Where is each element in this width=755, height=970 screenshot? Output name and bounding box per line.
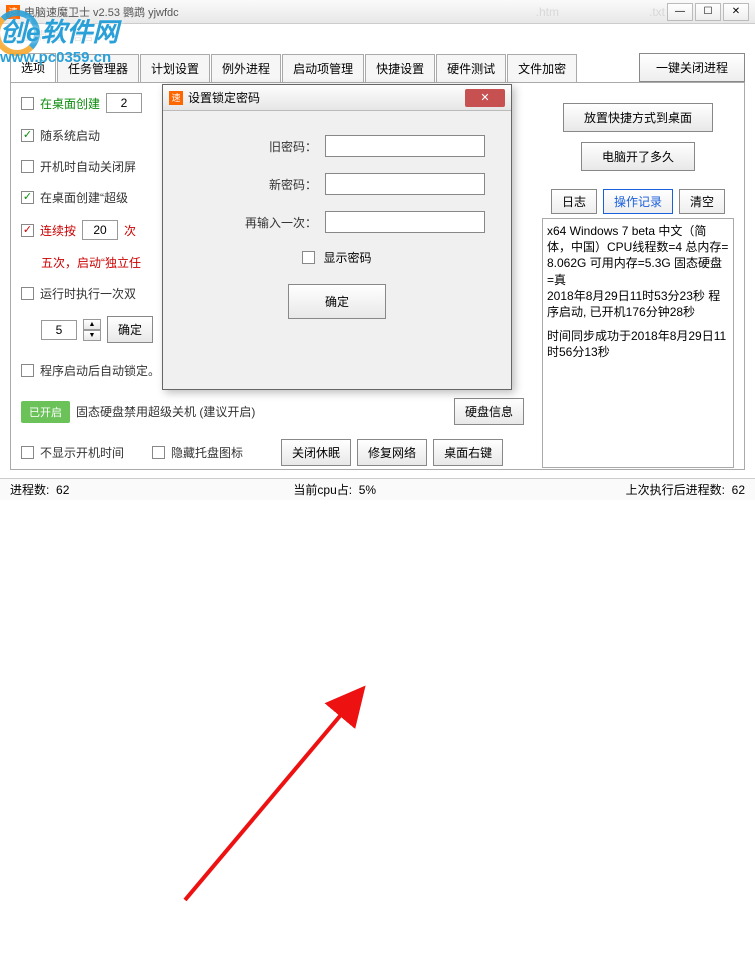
log-line: x64 Windows 7 beta 中文（简体，中国）CPU线程数=4 总内存… [547, 223, 729, 288]
lbl-ssd: 固态硬盘禁用超级关机 (建议开启) [76, 403, 255, 420]
dialog-icon: 速 [169, 91, 183, 105]
tab-startup[interactable]: 启动项管理 [282, 54, 364, 83]
place-shortcut-button[interactable]: 放置快捷方式到桌面 [563, 103, 713, 132]
dialog-titlebar: 速 设置锁定密码 ✕ [163, 85, 511, 111]
spin-down[interactable]: ▼ [83, 330, 101, 341]
tab-hw[interactable]: 硬件测试 [436, 54, 506, 83]
cb-autolock[interactable] [21, 364, 34, 377]
menu-lang[interactable]: 语言 [70, 27, 94, 44]
log-line: 2018年8月29日11时53分23秒 程序启动, 已开机176分钟28秒 [547, 288, 729, 320]
confirm-password-input[interactable] [325, 211, 485, 233]
confirm-button[interactable]: 确定 [107, 316, 153, 343]
menu-settings[interactable]: 设置 [6, 27, 30, 44]
lbl-press-tip: 五次，启动“独立任 [41, 254, 141, 271]
cb-press[interactable] [21, 224, 34, 237]
desk-rclick-button[interactable]: 桌面右键 [433, 439, 503, 466]
cb-show-password[interactable] [302, 251, 315, 264]
lbl-run-once: 运行时执行一次双 [40, 285, 136, 302]
cb-run-once[interactable] [21, 287, 34, 300]
spin-buttons: ▲ ▼ [83, 319, 101, 341]
annotation-arrow [0, 470, 755, 970]
lbl-show-password: 显示密码 [323, 249, 371, 266]
lbl-old-pwd: 旧密码： [269, 138, 317, 155]
cb-super-desktop[interactable] [21, 191, 34, 204]
close-all-button[interactable]: 一键关闭进程 [639, 53, 745, 82]
badge-enabled: 已开启 [21, 401, 70, 423]
status-procs: 进程数: 62 [10, 481, 224, 498]
status-cpu: 当前cpu占: 5% [228, 481, 442, 498]
menu-help[interactable]: 帮助 [38, 27, 62, 44]
lbl-again-pwd: 再输入一次： [245, 214, 317, 231]
tab-strip: 选项 任务管理器 计划设置 例外进程 启动项管理 快捷设置 硬件测试 文件加密 … [10, 52, 745, 82]
dialog-title: 设置锁定密码 [188, 89, 260, 106]
minimize-button[interactable]: — [667, 3, 693, 21]
close-sleep-button[interactable]: 关闭休眠 [281, 439, 351, 466]
lbl-new-pwd: 新密码： [269, 176, 317, 193]
tab-taskmgr[interactable]: 任务管理器 [57, 54, 139, 83]
log-line: 时间同步成功于2018年8月29日11时56分13秒 [547, 328, 729, 360]
set-password-dialog: 速 设置锁定密码 ✕ 旧密码： 新密码： 再输入一次： 显示密码 确定 [162, 84, 512, 390]
lbl-autostart: 随系统启动 [40, 127, 100, 144]
oprecord-tab[interactable]: 操作记录 [603, 189, 673, 214]
tab-except[interactable]: 例外进程 [211, 54, 281, 83]
lbl-boot-screen: 开机时自动关闭屏 [40, 158, 136, 175]
log-tab[interactable]: 日志 [551, 189, 597, 214]
clear-log-button[interactable]: 清空 [679, 189, 725, 214]
disk-info-button[interactable]: 硬盘信息 [454, 398, 524, 425]
cb-hide-tray[interactable] [152, 446, 165, 459]
cb-hide-boot[interactable] [21, 446, 34, 459]
cb-boot-screen[interactable] [21, 160, 34, 173]
log-area: x64 Windows 7 beta 中文（简体，中国）CPU线程数=4 总内存… [542, 218, 734, 468]
lbl-hide-boot: 不显示开机时间 [40, 444, 124, 461]
lbl-super-desktop: 在桌面创建“超级 [40, 189, 128, 206]
press-input[interactable] [82, 220, 118, 240]
dialog-close-button[interactable]: ✕ [465, 89, 505, 107]
spin-up[interactable]: ▲ [83, 319, 101, 330]
tab-schedule[interactable]: 计划设置 [140, 54, 210, 83]
title-hint-htm: .htm [536, 5, 559, 19]
dialog-ok-button[interactable]: 确定 [288, 284, 386, 319]
window-title: 电脑速魔卫士 v2.53 鹦鹉 yjwfdc [24, 4, 416, 20]
boot-time-button[interactable]: 电脑开了多久 [581, 142, 695, 171]
tab-quick[interactable]: 快捷设置 [365, 54, 435, 83]
lbl-create-desktop: 在桌面创建 [40, 95, 100, 112]
tab-options[interactable]: 选项 [10, 53, 56, 83]
menu-bar: 设置 帮助 语言 [0, 24, 755, 46]
app-icon: 速 [6, 5, 20, 19]
new-password-input[interactable] [325, 173, 485, 195]
lbl-hide-tray: 隐藏托盘图标 [171, 444, 243, 461]
lbl-press-b: 次 [124, 222, 136, 239]
old-password-input[interactable] [325, 135, 485, 157]
close-button[interactable]: ✕ [723, 3, 749, 21]
window-titlebar: 速 电脑速魔卫士 v2.53 鹦鹉 yjwfdc .htm .txt — ☐ ✕ [0, 0, 755, 24]
status-bar: 进程数: 62 当前cpu占: 5% 上次执行后进程数: 62 [0, 478, 755, 500]
maximize-button[interactable]: ☐ [695, 3, 721, 21]
cb-autostart[interactable] [21, 129, 34, 142]
status-last: 上次执行后进程数: 62 [446, 481, 745, 498]
tab-encrypt[interactable]: 文件加密 [507, 54, 577, 83]
cb-create-desktop[interactable] [21, 97, 34, 110]
lbl-press-a: 连续按 [40, 222, 76, 239]
spin-input[interactable] [41, 320, 77, 340]
fix-net-button[interactable]: 修复网络 [357, 439, 427, 466]
title-hint-txt: .txt [649, 5, 665, 19]
create-desktop-input[interactable] [106, 93, 142, 113]
lbl-autolock: 程序启动后自动锁定。 [40, 362, 160, 379]
